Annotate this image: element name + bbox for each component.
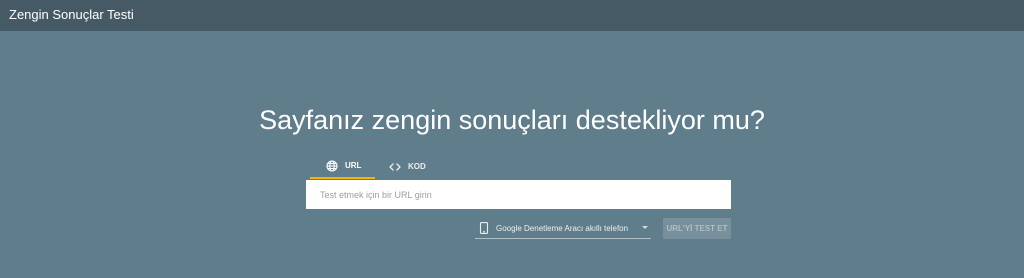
test-url-button[interactable]: URL'Yİ TEST ET <box>663 218 731 239</box>
app-bar: Zengin Sonuçlar Testi <box>0 0 1024 31</box>
code-icon <box>389 161 401 173</box>
page-headline: Sayfanız zengin sonuçları destekliyor mu… <box>259 105 765 135</box>
page: Zengin Sonuçlar Testi Sayfanız zengin so… <box>0 0 1024 278</box>
url-input[interactable] <box>306 180 731 209</box>
device-select-value: Google Denetleme Aracı akıllı telefon <box>496 223 629 233</box>
tab-kod[interactable]: KOD <box>380 154 440 179</box>
tab-kod-label: KOD <box>408 162 426 171</box>
tab-url[interactable]: URL <box>310 154 375 179</box>
app-title: Zengin Sonuçlar Testi <box>9 7 134 22</box>
chevron-down-icon <box>642 226 648 229</box>
globe-icon <box>326 159 338 172</box>
device-select[interactable]: Google Denetleme Aracı akıllı telefon <box>475 218 651 239</box>
tab-url-label: URL <box>345 161 362 170</box>
smartphone-icon <box>479 222 489 234</box>
